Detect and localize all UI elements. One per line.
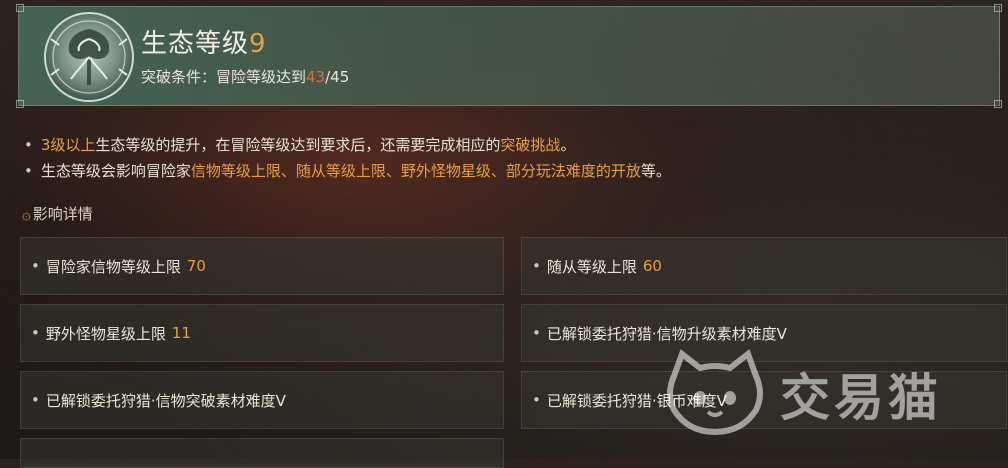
note-text: 等。 (640, 162, 671, 180)
required-adventure-level: /45 (325, 68, 350, 86)
info-notes: • 3级以上生态等级的提升，在冒险等级达到要求后，还需要完成相应的突破挑战。 • 生… (24, 132, 671, 184)
section-heading: ۞ 影响详情 (22, 203, 93, 224)
effect-label: 已解锁委托狩猎·信物升级素材难度Ⅴ (546, 324, 787, 343)
corner-ornament (16, 4, 24, 12)
effect-label: 野外怪物星级上限 (45, 324, 166, 343)
bullet-icon: • (532, 391, 541, 409)
bullet-icon: • (24, 136, 33, 154)
corner-ornament (994, 4, 1002, 12)
effect-label: 已解锁委托狩猎·信物突破素材难度Ⅴ (45, 391, 286, 410)
bullet-icon: • (31, 257, 40, 275)
effect-value: 11 (171, 324, 191, 342)
page-title: 生态等级9 (141, 23, 267, 60)
cat-logo-icon (667, 349, 763, 436)
note-highlight: 3级以上 (40, 136, 96, 154)
bullet-icon: • (532, 324, 541, 342)
watermark: 交易猫 (660, 346, 990, 436)
section-title: 影响详情 (32, 205, 93, 223)
note-highlight: 信物等级上限、随从等级上限、野外怪物星级、部分玩法难度的开放 (190, 162, 641, 180)
effect-card: • 冒险家信物等级上限 70 (20, 237, 504, 295)
effect-card-partial (20, 438, 504, 468)
effect-value: 60 (642, 257, 662, 275)
title-text: 生态等级 (141, 29, 250, 59)
note-text: 生态等级的提升，在冒险等级达到要求后，还需要完成相应的 (95, 136, 501, 154)
bullet-icon: • (532, 257, 541, 275)
ornament-icon: ۞ (22, 205, 31, 223)
effect-card: • 随从等级上限 60 (521, 237, 1007, 295)
ecology-level-header: 生态等级9 突破条件：冒险等级达到43/45 (16, 4, 1002, 108)
breakthrough-challenge-text: 突破挑战 (500, 136, 561, 154)
breakthrough-condition: 突破条件：冒险等级达到43/45 (141, 66, 349, 87)
corner-ornament (994, 100, 1002, 108)
current-adventure-level: 43 (306, 68, 326, 86)
bullet-icon: • (31, 391, 40, 409)
bullet-icon: • (24, 162, 33, 180)
effect-card: • 野外怪物星级上限 11 (20, 304, 504, 362)
effect-label: 冒险家信物等级上限 (45, 257, 181, 276)
note-line: • 3级以上生态等级的提升，在冒险等级达到要求后，还需要完成相应的突破挑战。 (24, 132, 671, 158)
effect-card: • 已解锁委托狩猎·信物突破素材难度Ⅴ (20, 371, 504, 429)
bullet-icon: • (31, 324, 40, 342)
effect-value: 70 (186, 257, 206, 275)
tree-emblem-icon (44, 12, 134, 102)
ecology-level-value: 9 (249, 29, 267, 59)
note-line: • 生态等级会影响冒险家信物等级上限、随从等级上限、野外怪物星级、部分玩法难度的开… (24, 158, 671, 184)
note-text: 生态等级会影响冒险家 (40, 162, 191, 180)
watermark-text: 交易猫 (780, 369, 942, 427)
effect-label: 随从等级上限 (546, 257, 637, 276)
corner-ornament (16, 100, 24, 108)
note-text: 。 (560, 136, 576, 154)
breakthrough-label: 突破条件：冒险等级达到 (141, 68, 307, 86)
